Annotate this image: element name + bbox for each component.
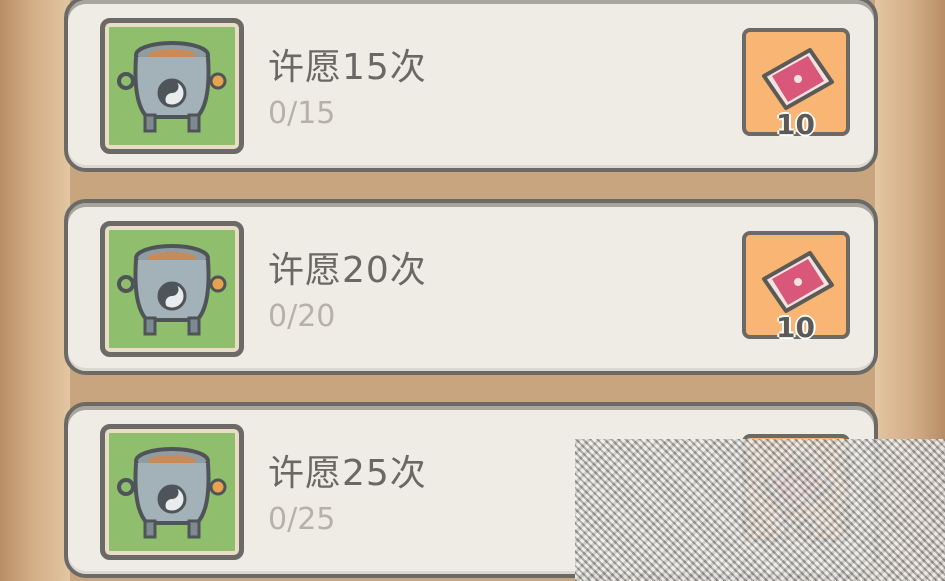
task-card[interactable]: 许愿20次 0/20 10 (64, 199, 878, 375)
reward-count: 10 (776, 108, 815, 141)
noise-overlay (575, 439, 945, 581)
task-icon-frame (100, 221, 244, 357)
task-progress: 0/20 (268, 299, 336, 334)
cauldron-icon (117, 447, 227, 539)
reward-slot[interactable]: 10 (742, 28, 850, 141)
task-icon-frame (100, 424, 244, 560)
task-title: 许愿15次 (268, 47, 427, 88)
cauldron-icon (117, 244, 227, 336)
ticket-icon (762, 48, 834, 110)
task-progress: 0/25 (268, 502, 336, 537)
cauldron-icon (117, 41, 227, 133)
task-progress: 0/15 (268, 96, 336, 131)
reward-slot[interactable]: 10 (742, 231, 850, 344)
task-icon-frame (100, 18, 244, 154)
task-card[interactable]: 许愿15次 0/15 10 (64, 0, 878, 172)
task-title: 许愿25次 (268, 453, 427, 494)
ticket-icon (762, 251, 834, 313)
task-title: 许愿20次 (268, 250, 427, 291)
reward-count: 10 (776, 311, 815, 344)
